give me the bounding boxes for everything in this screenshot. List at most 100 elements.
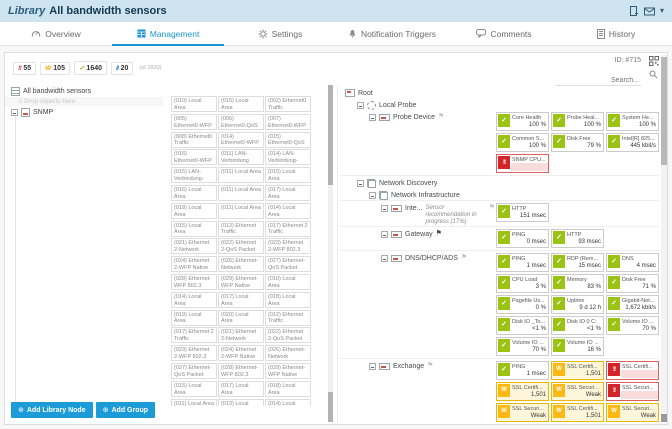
tree-group-label[interactable]: Network Discovery ⚑ (339, 176, 495, 188)
sensor-cell[interactable]: (026) Ethernet-Network (218, 256, 264, 273)
sensor-cell[interactable]: (022) Ethernet 2-QoS Packet (218, 238, 264, 255)
sensor-cell[interactable]: (015) Local Area (171, 380, 217, 397)
qr-code-icon[interactable] (649, 56, 659, 66)
sensor-cell[interactable]: (029) Ethernet-WFP Native (265, 362, 311, 379)
counter-down[interactable]: !! 55 (13, 61, 37, 75)
sensor-cell[interactable]: (010) Local Area (171, 96, 217, 112)
sensor-chip[interactable]: ✓ PING 1 msec (496, 361, 549, 380)
sensor-chip[interactable]: ✓ Volume IO ... 70 % (496, 337, 549, 356)
sensor-chip[interactable]: ✓ DNS 4 msec (606, 253, 659, 272)
priority-flag-icon[interactable]: ⚑ (461, 254, 467, 261)
sensor-cell[interactable]: (028) Ethernet-WFP 802.3 (218, 362, 264, 379)
sensor-cell[interactable]: (015) LAN-Verbindung- (171, 167, 217, 184)
sensor-cell[interactable]: (015) Ethernet0-QoS Packet (265, 131, 311, 148)
tree-group-label[interactable]: Local Probe ⚑ (339, 98, 495, 110)
sensor-chip[interactable]: !! SSL Securi... (606, 382, 659, 401)
collapse-icon[interactable] (381, 255, 388, 262)
sensor-cell[interactable]: (011) Local Area (218, 167, 264, 184)
sensor-cell[interactable]: (028) Ethernet-WFP 802.3 (171, 273, 217, 290)
sensor-cell[interactable]: (017) Ethernet 2 Traffic (171, 327, 217, 344)
tree-group-label[interactable]: Gateway ⚑ (339, 227, 495, 239)
sensor-chip[interactable]: ✓ Volume IO ... 70 % (606, 316, 659, 335)
sensor-chip[interactable]: ✓ Disk IO 0 C: <1 % (551, 316, 604, 335)
sensor-cell[interactable]: (008) Ethernet0 Traffic (171, 131, 217, 148)
sensor-cell[interactable]: (020) Local Area (218, 309, 264, 326)
sensor-chip[interactable]: ✓ Probe Heal... 100 % (551, 112, 604, 131)
sensor-chip[interactable]: ✓ HTTP 93 msec (551, 229, 604, 248)
priority-flag-icon[interactable]: ⚑ (438, 113, 444, 120)
sensor-chip[interactable]: W SSL Securi... Weak Proto... (606, 403, 659, 422)
sensor-chip[interactable]: ✓ PING 1 msec (496, 253, 549, 272)
sensor-cell[interactable]: (014) Local Area (171, 291, 217, 308)
add-library-node-button[interactable]: ⊕ Add Library Node (11, 402, 93, 418)
sensor-cell[interactable]: (021) Ethernet 2-Network (171, 238, 217, 255)
sensor-cell[interactable]: (015) Local Area (171, 220, 217, 237)
collapse-icon[interactable] (357, 180, 364, 187)
sensor-cell[interactable]: (019) Local Area (171, 309, 217, 326)
sensor-cell[interactable]: (024) Ethernet 2-WFP Native (171, 256, 217, 273)
collapse-icon[interactable] (381, 231, 388, 238)
sensor-chip[interactable]: ✓ System He... 100 % (606, 112, 659, 131)
sensor-cell[interactable]: (014) Local Area (265, 202, 311, 219)
sensor-cell[interactable]: (015) Local Area (218, 96, 264, 112)
left-scrollbar-thumb[interactable] (328, 85, 333, 185)
sensor-chip[interactable]: ✓ Disk IO _To... <1 % (496, 316, 549, 335)
tree-group-label[interactable]: Root ⚑ (339, 86, 495, 98)
sensor-cell[interactable]: (014) Ethernet0-WFP Native (218, 131, 264, 148)
sensor-chip[interactable]: ✓ Disk Free 79 % (551, 133, 604, 152)
tab-comments[interactable]: Comments (448, 22, 560, 45)
tree-group-label[interactable]: Inte... Sensor recommendation in progres… (339, 201, 495, 226)
sensor-chip[interactable]: ✓ Uptime 9 d 12 h (551, 295, 604, 314)
sensor-cell[interactable]: (014) Local Area (265, 398, 311, 406)
sensor-chip[interactable]: ✓ HTTP 151 msec (496, 203, 549, 222)
sensor-cell[interactable]: (011) Local Area (171, 398, 217, 406)
sensor-chip[interactable]: ✓ Memory 83 % (551, 274, 604, 293)
sensor-chip[interactable]: ✓ Core Health 100 % (496, 112, 549, 131)
counter-warning[interactable]: W 105 (40, 61, 70, 75)
sensor-cell[interactable]: (012) Ethernet Traffic (218, 220, 264, 237)
sensor-chip[interactable]: ✓ Intel[R] 825... 445 kbit/s (606, 133, 659, 152)
tree-group-label[interactable]: Exchange ⚑ (339, 359, 495, 371)
sensor-cell[interactable]: (014) LAN-Verbindung-QoS (265, 149, 311, 166)
sensor-chip[interactable]: ✓ Gigabit-Net... 1,672 kbit/s (606, 295, 659, 314)
collapse-icon[interactable] (369, 114, 376, 121)
tab-history[interactable]: History (560, 22, 672, 45)
search-icon[interactable] (649, 70, 658, 79)
sensor-cell[interactable]: (017) Local Area (218, 380, 264, 397)
sensor-cell[interactable]: (012) Ethernet Traffic (265, 309, 311, 326)
collapse-icon[interactable] (369, 192, 376, 199)
priority-flag-icon[interactable]: ⚑ (427, 362, 433, 369)
sensor-chip[interactable]: W SSL Certifi... 1,501 (551, 361, 604, 380)
sensor-cell[interactable]: (024) Ethernet 2-WFP Native (218, 345, 264, 362)
sensor-cell[interactable]: (017) Local Area (265, 184, 311, 201)
sensor-cell[interactable]: (010) Local Area (265, 273, 311, 290)
sensor-cell[interactable]: (017) Ethernet 2 Traffic (265, 220, 311, 237)
left-scrollbar[interactable] (328, 85, 333, 422)
sensor-chip[interactable]: ✓ Volume IO ... 16 % (551, 337, 604, 356)
sensor-cell[interactable]: (005) Ethernet0-WFP Native (171, 113, 217, 130)
sensor-cell[interactable]: (027) Ethernet-QoS Packet (265, 256, 311, 273)
sensor-chip[interactable]: ✓ PING 0 msec (496, 229, 549, 248)
sensor-cell[interactable]: (017) Local Area (218, 291, 264, 308)
sensor-chip[interactable]: W SSL Certifi... 1,501 (496, 382, 549, 401)
sensor-cell[interactable]: (018) Local Area (171, 202, 217, 219)
dropdown-caret-icon[interactable]: ▾ (660, 7, 664, 15)
sensor-cell[interactable]: (018) Local Area (265, 380, 311, 397)
sensor-chip[interactable]: W SSL Certifi... 1,501 (551, 403, 604, 422)
sensor-cell[interactable]: (011) Local Area (218, 184, 264, 201)
sensor-cell[interactable]: (021) Ethernet 2-Network (218, 327, 264, 344)
tab-management[interactable]: Management (112, 22, 224, 46)
sensor-chip[interactable]: ✓ RDP (Rem... 15 msec (551, 253, 604, 272)
sensor-cell[interactable]: (022) Ethernet 2-QoS Packet (265, 327, 311, 344)
counter-up[interactable]: ✓ 1640 (73, 61, 107, 75)
sensor-cell[interactable]: (027) Ethernet-QoS Packet (171, 362, 217, 379)
sensor-cell[interactable]: (015) Local Area (265, 167, 311, 184)
sensor-cell[interactable]: (013) Local Area (218, 398, 264, 406)
sensor-cell[interactable]: (023) Ethernet 2-WFP 802.3 (265, 238, 311, 255)
tab-notification-triggers[interactable]: Notification Triggers (336, 22, 448, 45)
priority-flag-icon[interactable]: ⚑ (436, 230, 442, 237)
add-group-button[interactable]: ⊕ Add Group (95, 402, 156, 418)
collapse-icon[interactable] (357, 102, 364, 109)
sensor-cell[interactable]: (007) Ethernet0-WFP 802.3 (265, 113, 311, 130)
collapse-icon[interactable] (369, 363, 376, 370)
